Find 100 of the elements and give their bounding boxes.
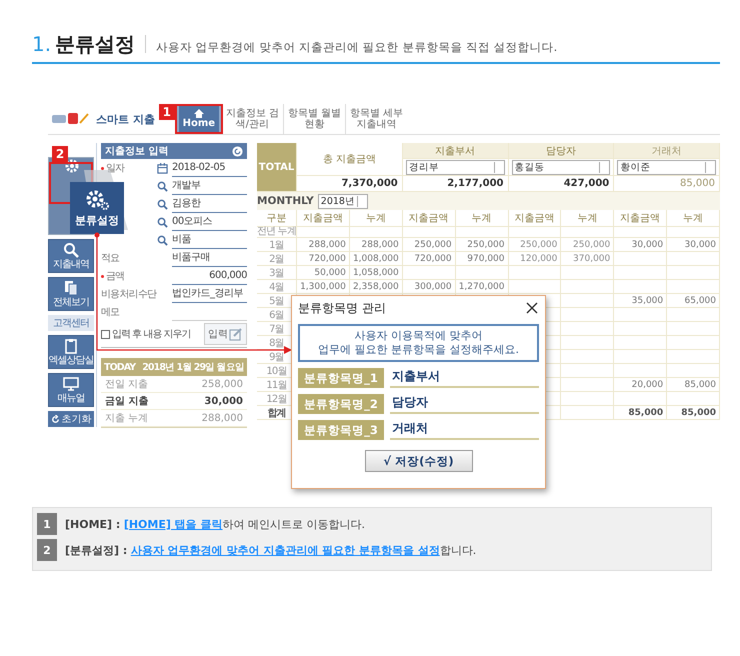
table-cell: [561, 266, 614, 280]
search-icon: [63, 242, 79, 258]
table-cell: 288,000: [297, 238, 350, 252]
search-icon[interactable]: [157, 198, 168, 210]
field-label: 적요: [101, 252, 120, 265]
step-number: 1: [37, 513, 57, 535]
submit-button[interactable]: 입력: [204, 323, 247, 345]
row-label: 3월: [257, 266, 297, 280]
table-cell: [667, 280, 720, 294]
today-label: TODAY: [104, 362, 136, 372]
table-cell: 288,000: [350, 238, 403, 252]
section-description: 사용자 업무환경에 맞추어 지출관리에 필요한 분류항목을 직접 설정합니다.: [156, 40, 558, 55]
today-amount: 258,000: [202, 378, 243, 390]
total-title: 총 지출금액: [297, 143, 403, 176]
field-value[interactable]: 법인카드_경리부: [172, 286, 247, 302]
search-icon[interactable]: [157, 234, 168, 246]
table-cell: [297, 224, 350, 238]
table-cell: [614, 224, 668, 238]
year-select[interactable]: 2018년: [318, 194, 368, 208]
table-cell: [561, 280, 614, 294]
gear-icon: [85, 188, 109, 210]
logo-icon: [50, 111, 90, 127]
field-value[interactable]: 개발부: [172, 178, 247, 194]
refresh-icon[interactable]: [232, 146, 243, 156]
category-label: 분류항목명_3: [298, 420, 384, 440]
clear-checkbox[interactable]: 입력 후 내용 지우기: [101, 327, 191, 341]
field-label: 일자: [106, 162, 124, 175]
category-name-field[interactable]: 담당자: [390, 394, 539, 414]
step-badge: 1: [158, 104, 175, 120]
field-value[interactable]: 김용한: [172, 196, 247, 212]
table-cell: [614, 322, 668, 336]
close-icon[interactable]: [525, 301, 539, 315]
column-header: 지출금액: [402, 210, 456, 227]
category-name-field[interactable]: 거래처: [390, 420, 539, 440]
sidebar-section: 고객센터: [48, 315, 94, 331]
sidebar-button[interactable]: 지출내역: [48, 239, 94, 273]
sidebar-button[interactable]: 전체보기: [48, 277, 94, 311]
table-cell: [508, 266, 562, 280]
table-cell: 250,000: [402, 238, 456, 252]
table-cell: 1,270,000: [456, 280, 508, 294]
category-name-field[interactable]: 지출부서: [390, 368, 539, 388]
table-cell: [614, 252, 668, 266]
group-title: 거래처: [614, 143, 720, 159]
column-header: 누계: [456, 210, 508, 227]
table-cell: [667, 350, 720, 364]
table-cell: 970,000: [456, 252, 508, 266]
table-cell: [667, 322, 720, 336]
table-cell: 370,000: [561, 252, 614, 266]
today-date: 2018년 1월 29일 월요일: [142, 360, 244, 374]
table-cell: [667, 224, 720, 238]
reset-button[interactable]: 초기화: [48, 411, 94, 427]
category-label: 분류항목명_2: [298, 394, 384, 414]
table-cell: [614, 364, 668, 378]
today-amount: 30,000: [204, 396, 243, 406]
table-cell: [667, 364, 720, 378]
table-cell: 50,000: [297, 266, 350, 280]
column-header: 지출금액: [614, 210, 668, 227]
row-label: 2월: [257, 252, 297, 266]
step-number: 2: [37, 539, 57, 561]
table-cell: 35,000: [614, 294, 668, 308]
save-button[interactable]: √ 저장(수정): [364, 450, 472, 472]
table-cell: 120,000: [508, 252, 562, 266]
instruction-text: [HOME] : [HOME] 탭을 클릭하여 메인시트로 이동합니다.: [65, 516, 366, 532]
field-value[interactable]: 비품구매: [172, 250, 247, 266]
field-value[interactable]: 비품: [172, 232, 247, 248]
field-value[interactable]: 00오피스: [172, 214, 247, 230]
search-icon[interactable]: [157, 216, 168, 228]
group-title: 지출부서: [402, 143, 508, 159]
column-header: 누계: [667, 210, 720, 227]
form-title: 지출정보 입력: [105, 145, 168, 158]
table-cell: [667, 336, 720, 350]
table-cell: [667, 266, 720, 280]
table-cell: [667, 392, 720, 406]
group-select[interactable]: 홍길동: [512, 160, 610, 174]
table-cell: 1,008,000: [350, 252, 403, 266]
group-select[interactable]: 황이준: [617, 160, 716, 174]
field-label: 금액: [106, 270, 124, 283]
table-cell: [456, 224, 508, 238]
group-select[interactable]: 경리부: [406, 160, 504, 174]
today-label: 전일 지출: [105, 378, 148, 391]
sidebar-button[interactable]: 엑셀상담실: [48, 335, 94, 369]
sidebar-button[interactable]: 매뉴얼: [48, 373, 94, 407]
table-cell: [667, 308, 720, 322]
refresh-icon: [50, 414, 60, 424]
field-value[interactable]: 600,000: [172, 268, 247, 284]
table-cell: [614, 336, 668, 350]
table-cell: [402, 224, 456, 238]
table-cell: [614, 392, 668, 406]
table-cell: [614, 266, 668, 280]
table-cell: [350, 224, 403, 238]
edit-icon: [229, 327, 243, 341]
table-cell: [667, 252, 720, 266]
group-title: 담당자: [508, 143, 614, 159]
table-cell: 250,000: [561, 238, 614, 252]
table-cell: 720,000: [402, 252, 456, 266]
calendar-icon[interactable]: [157, 162, 168, 174]
table-cell: 85,000: [614, 406, 668, 420]
field-value[interactable]: 2018-02-05: [172, 160, 247, 176]
search-icon[interactable]: [157, 180, 168, 192]
table-cell: [561, 224, 614, 238]
